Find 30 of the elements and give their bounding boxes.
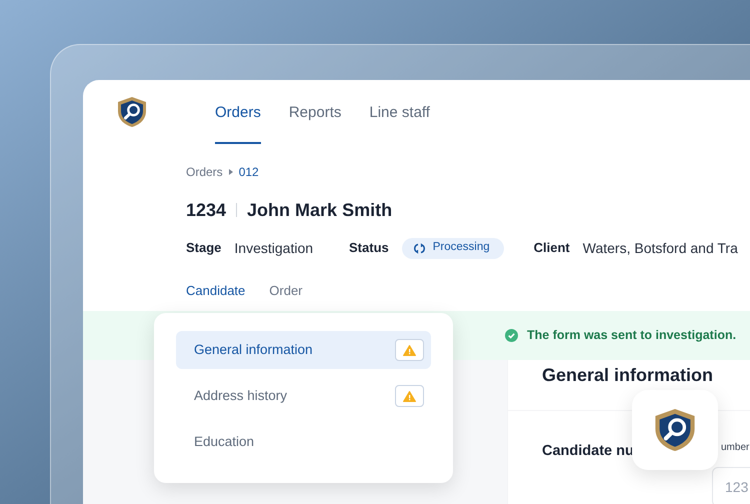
refresh-icon (414, 242, 425, 254)
warning-icon (403, 390, 416, 402)
status-text: Processing (432, 240, 490, 256)
menu-item[interactable]: Education (176, 423, 431, 461)
shield-logo-icon (117, 96, 147, 128)
nav-tab[interactable]: Orders (215, 80, 261, 144)
meta-label: Status (349, 239, 389, 258)
meta-value: Investigation (234, 238, 314, 258)
menu-item-label: General information (194, 340, 313, 359)
menu-item[interactable]: Address history (176, 377, 431, 415)
nav-tab[interactable]: Line staff (369, 80, 430, 144)
check-circle-icon (505, 329, 518, 342)
caret-icon (228, 169, 233, 175)
meta-label: Client (534, 239, 570, 258)
subtab[interactable]: Candidate (186, 282, 246, 300)
section-heading: General information (542, 365, 714, 385)
candidate-name: John Mark Smith (247, 199, 392, 222)
menu-item-label: Education (194, 432, 254, 451)
breadcrumb-link[interactable]: Orders (186, 164, 223, 180)
menu-item[interactable]: General information (176, 331, 431, 369)
input-label: umber (721, 441, 750, 455)
meta-value: Waters, Botsford and Tra (582, 238, 738, 258)
nav-tab[interactable]: Reports (288, 80, 342, 144)
order-number: 1234 (186, 199, 226, 222)
subtab[interactable]: Order (269, 282, 303, 300)
banner-message: The form was sent to investigation. (527, 327, 736, 344)
breadcrumb-link[interactable]: 012 (238, 164, 259, 180)
warning-icon (403, 344, 416, 356)
menu-item-label: Address history (194, 386, 288, 405)
meta-label: Stage (186, 239, 222, 258)
